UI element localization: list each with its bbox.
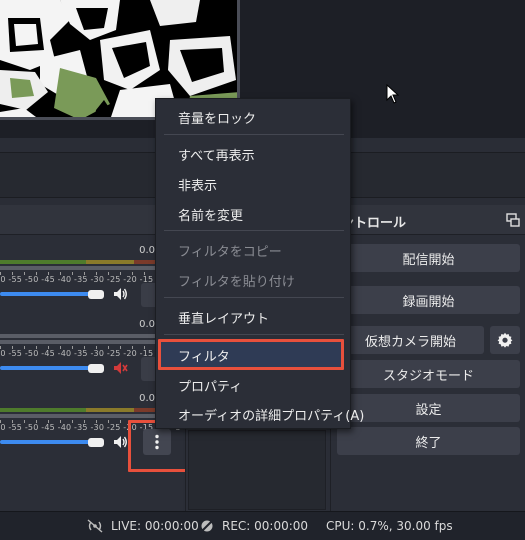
channel-db-readout: 0.0 [139, 245, 155, 256]
menu-item-vertical-layout[interactable]: 垂直レイアウト [178, 308, 269, 327]
streaming-status-icon [87, 519, 103, 533]
scene-transitions-content [188, 430, 326, 510]
recording-status-icon [200, 519, 214, 533]
volume-slider-track[interactable] [0, 366, 98, 370]
mouse-cursor-icon [386, 84, 400, 104]
live-status: LIVE: 00:00:00 [111, 519, 199, 533]
speaker-icon[interactable] [112, 434, 128, 450]
start-recording-button[interactable]: 録画開始 [337, 286, 520, 314]
preview-canvas-text: ハ) ｝ [198, 0, 228, 11]
volume-slider-thumb[interactable] [88, 290, 104, 299]
menu-item-hide[interactable]: 非表示 [178, 175, 217, 194]
undock-icon[interactable] [506, 213, 520, 227]
menu-item-rename[interactable]: 名前を変更 [178, 205, 243, 224]
menu-item-lock-volume[interactable]: 音量をロック [178, 108, 256, 127]
start-streaming-button[interactable]: 配信開始 [337, 244, 520, 272]
menu-separator [164, 334, 344, 335]
exit-button[interactable]: 終了 [337, 427, 520, 455]
menu-item-copy-filters: フィルタをコピー [178, 245, 282, 260]
volume-slider-track[interactable] [0, 440, 98, 444]
settings-button[interactable]: 設定 [337, 394, 520, 422]
gear-icon [497, 332, 513, 348]
menu-item-unhide-all[interactable]: すべて再表示 [178, 145, 255, 164]
menu-separator [164, 297, 344, 298]
channel-level-meter-secondary [0, 340, 158, 344]
studio-mode-button[interactable]: スタジオモード [337, 360, 520, 388]
volume-slider-track[interactable] [0, 292, 98, 296]
speaker-icon[interactable] [112, 286, 128, 302]
status-bar: LIVE: 00:00:00 REC: 00:00:00 CPU: 0.7%, … [0, 511, 525, 540]
channel-level-meter-secondary [0, 414, 158, 418]
cpu-status: CPU: 0.7%, 30.00 fps [326, 519, 453, 533]
controls-panel: ントロール 配信開始 録画開始 仮想カメラ開始 スタジオモード 設定 終了 [330, 205, 525, 511]
menu-separator [164, 230, 344, 231]
audio-channel-context-menu: 音量をロック すべて再表示 非表示 名前を変更 フィルタをコピー フィルタを貼り… [155, 98, 364, 429]
controls-header: ントロール [331, 205, 525, 235]
menu-item-advanced-audio-properties[interactable]: オーディオの詳細プロパティ(A) [178, 405, 364, 424]
menu-item-properties[interactable]: プロパティ [178, 376, 242, 395]
menu-separator [164, 134, 344, 135]
speaker-muted-icon[interactable] [112, 360, 128, 376]
channel-db-readout: 0.0 [139, 319, 155, 330]
rec-status: REC: 00:00:00 [222, 519, 309, 533]
volume-slider-thumb[interactable] [88, 364, 104, 373]
start-virtual-camera-button[interactable]: 仮想カメラ開始 [337, 326, 484, 354]
channel-level-meter [0, 408, 158, 412]
filter-item-highlight [158, 339, 344, 370]
channel-level-meter [0, 260, 158, 264]
channel-level-meter-secondary [0, 266, 158, 270]
channel-db-readout: 0.0 [139, 393, 155, 404]
volume-slider-thumb[interactable] [88, 438, 104, 447]
channel-level-meter [0, 334, 158, 338]
virtual-camera-settings-button[interactable] [490, 326, 520, 354]
menu-item-paste-filters: フィルタを貼り付け [178, 275, 295, 290]
